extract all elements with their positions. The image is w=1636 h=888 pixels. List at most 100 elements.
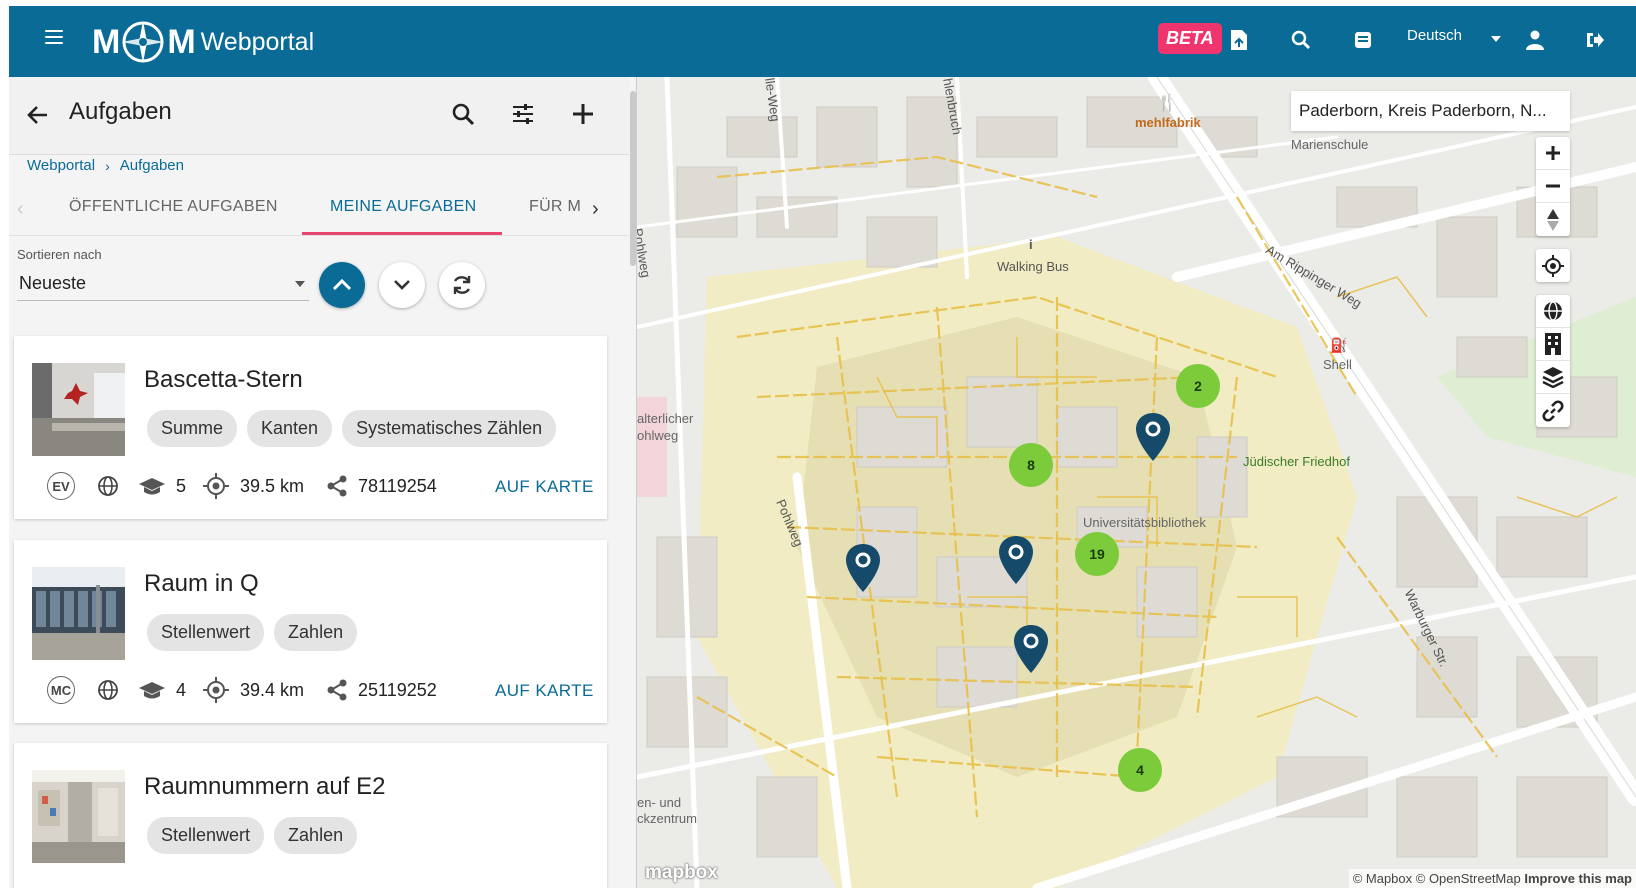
inbox-icon[interactable] <box>1351 28 1375 52</box>
refresh-icon <box>453 276 471 294</box>
tasks-panel: Aufgaben Webportal › Aufgaben ‹ ÖFFENTLI… <box>9 77 637 888</box>
task-grade: 4 <box>176 680 187 700</box>
mapbox-logo[interactable]: mapbox <box>645 862 718 884</box>
refresh-button[interactable] <box>439 262 485 308</box>
tab-for-me[interactable]: FÜR M <box>529 198 581 216</box>
map-label-mehlfabrik: mehlfabrik <box>1135 115 1201 130</box>
chevron-left-icon[interactable]: ‹ <box>17 198 24 221</box>
map-pin-icon[interactable] <box>998 535 1034 585</box>
panel-header: Aufgaben <box>9 77 629 155</box>
task-cluster-marker[interactable]: 2 <box>1176 364 1220 408</box>
search-icon[interactable] <box>1289 28 1313 52</box>
restaurant-icon: 🍴 <box>1157 95 1177 112</box>
sort-label: Sortieren nach <box>17 247 102 262</box>
map-label-walking-bus: Walking Bus <box>997 259 1069 274</box>
improve-map-link[interactable]: Improve this map <box>1524 871 1632 886</box>
task-code: 78119254 <box>358 476 437 496</box>
share-icon <box>327 475 347 497</box>
language-select[interactable]: Deutsch <box>1407 27 1462 44</box>
layers-icon[interactable] <box>1536 361 1570 394</box>
map-label-universitaetsbibliothek: Universitätsbibliothek <box>1083 515 1206 530</box>
graduation-cap-icon <box>139 682 165 699</box>
tab-my-tasks[interactable]: MEINE AUFGABEN <box>330 198 476 216</box>
tab-public-tasks[interactable]: ÖFFENTLICHE AUFGABEN <box>69 198 278 216</box>
chevron-right-icon[interactable]: › <box>592 198 599 221</box>
map-pin-icon[interactable] <box>845 543 881 593</box>
task-tag: Stellenwert <box>147 614 265 651</box>
task-tag: Zahlen <box>274 817 358 854</box>
filter-icon[interactable] <box>508 99 538 129</box>
attribution-text[interactable]: © Mapbox © OpenStreetMap <box>1353 871 1521 886</box>
task-thumbnail <box>32 363 125 456</box>
logo-letter-m2: M <box>167 22 195 61</box>
menu-icon[interactable] <box>45 30 63 44</box>
sort-ascending-button[interactable] <box>319 262 365 308</box>
task-tag: Kanten <box>247 410 333 447</box>
active-tab-indicator <box>302 232 502 235</box>
search-icon[interactable] <box>448 99 478 129</box>
scrollbar-thumb[interactable] <box>630 91 636 266</box>
panel-scrollbar[interactable] <box>629 77 636 888</box>
task-tag: Summe <box>147 410 238 447</box>
task-title: Raum in Q <box>144 570 259 597</box>
beta-badge[interactable]: BETA <box>1158 23 1222 54</box>
zoom-in-button[interactable] <box>1536 137 1570 170</box>
geolocate-button[interactable] <box>1536 249 1570 282</box>
back-arrow-icon[interactable] <box>25 102 51 128</box>
sort-value: Neueste <box>19 273 87 293</box>
breadcrumb: Webportal › Aufgaben <box>27 157 184 174</box>
map-location-search[interactable]: Paderborn, Kreis Paderborn, N... <box>1291 91 1570 131</box>
map-view[interactable]: mehlfabrik 🍴 Marienschule Walking Bus i … <box>637 77 1636 888</box>
map-label-ohlweg: ohlweg <box>637 428 679 443</box>
task-card[interactable]: Raumnummern auf E2 Stellenwert Zahlen <box>14 743 607 888</box>
task-distance: 39.5 km <box>240 476 305 496</box>
chevron-right-icon: › <box>105 157 110 174</box>
page-title: Aufgaben <box>69 98 172 125</box>
breadcrumb-webportal[interactable]: Webportal <box>27 157 95 174</box>
sort-select[interactable]: Neueste <box>17 269 309 301</box>
globe-icon[interactable] <box>1536 295 1570 328</box>
task-card[interactable]: Bascetta-Stern Summe Kanten Systematisch… <box>14 336 607 519</box>
link-icon[interactable] <box>1536 394 1570 427</box>
geolocate-control <box>1536 249 1570 282</box>
chevron-down-icon <box>394 280 410 290</box>
task-tags: Stellenwert Zahlen <box>147 614 358 651</box>
map-label-marienschule: Marienschule <box>1291 137 1369 152</box>
map-pin-icon[interactable] <box>1135 412 1171 462</box>
map-label-juedischer-friedhof: Jüdischer Friedhof <box>1243 454 1350 469</box>
map-attribution: © Mapbox © OpenStreetMap Improve this ma… <box>1348 869 1636 888</box>
compass-icon <box>122 21 165 63</box>
task-distance: 39.4 km <box>240 680 305 700</box>
sort-descending-button[interactable] <box>379 262 425 308</box>
task-tag: Zahlen <box>274 614 358 651</box>
task-meta: MC 4 39.4 km 25119252 AUF KARTE <box>47 676 607 706</box>
compass-reset-button[interactable] <box>1536 203 1570 236</box>
task-type-badge: MC <box>47 676 75 704</box>
task-cluster-marker[interactable]: 19 <box>1075 532 1119 576</box>
task-card[interactable]: Raum in Q Stellenwert Zahlen MC 4 39.4 k… <box>14 540 607 723</box>
logo-letter-m: M <box>92 22 120 61</box>
task-grade: 5 <box>176 476 187 496</box>
task-title: Bascetta-Stern <box>144 366 303 393</box>
info-icon: i <box>1029 237 1033 252</box>
show-on-map-button[interactable]: AUF KARTE <box>495 681 594 701</box>
breadcrumb-aufgaben[interactable]: Aufgaben <box>120 157 184 174</box>
location-target-icon <box>203 677 229 703</box>
globe-icon <box>98 680 118 700</box>
caret-down-icon <box>295 281 305 287</box>
building-icon[interactable] <box>1536 328 1570 361</box>
task-cluster-marker[interactable]: 4 <box>1118 748 1162 792</box>
task-code: 25119252 <box>358 680 437 700</box>
show-on-map-button[interactable]: AUF KARTE <box>495 477 594 497</box>
logout-icon[interactable] <box>1583 28 1607 52</box>
share-icon <box>327 679 347 701</box>
zoom-out-button[interactable] <box>1536 170 1570 203</box>
app-logo[interactable]: M M Webportal <box>92 16 314 68</box>
document-icon[interactable] <box>1227 28 1251 52</box>
add-icon[interactable] <box>568 99 598 129</box>
task-cluster-marker[interactable]: 8 <box>1009 443 1053 487</box>
top-app-bar: M M Webportal BETA Deutsch <box>9 6 1636 77</box>
user-icon[interactable] <box>1523 28 1547 52</box>
task-thumbnail <box>32 770 125 863</box>
map-pin-icon[interactable] <box>1013 624 1049 674</box>
